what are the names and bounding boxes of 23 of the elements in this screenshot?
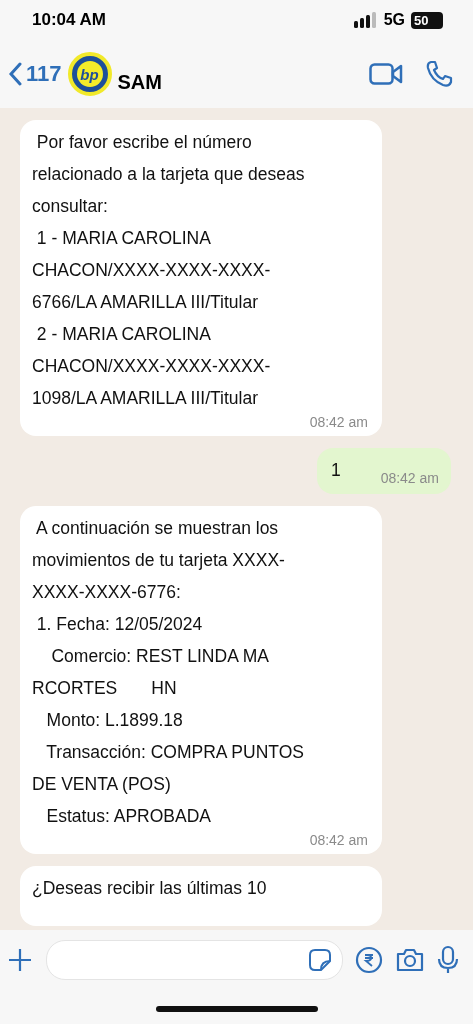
message-time: 08:42 am xyxy=(380,470,439,486)
phone-icon[interactable] xyxy=(425,60,453,88)
sticker-icon[interactable] xyxy=(308,948,332,972)
contact-name[interactable]: SAM xyxy=(117,70,363,94)
back-button[interactable]: 117 xyxy=(8,61,62,87)
message-time: 08:42 am xyxy=(309,832,368,848)
status-time: 10:04 AM xyxy=(32,10,106,30)
signal-icon xyxy=(353,12,378,28)
video-camera-icon[interactable] xyxy=(369,63,403,85)
message-input[interactable] xyxy=(46,940,343,980)
message-time: 08:42 am xyxy=(309,414,368,430)
message-text: ¿Deseas recibir las últimas 10 xyxy=(32,877,268,900)
rupee-payment-icon[interactable] xyxy=(355,946,383,974)
message-text: Por favor escribe el número relacionado a la tarjeta que deseas consultar: 1 - MARIA CAROLINA CHACON/XXXX-XXXX-XXXX- 6766/LA AMARILLA III/Titular 2 - MARIA CAROLINA CHACON/XXXX-XXXX-XXXX- 1098/LA AMARILLA III/Titular xyxy=(32,131,306,410)
plus-icon[interactable] xyxy=(6,946,34,974)
contact-avatar[interactable]: bp xyxy=(67,52,112,96)
camera-icon[interactable] xyxy=(395,947,425,973)
back-chevron-icon[interactable] xyxy=(8,62,22,86)
message-text: 1 xyxy=(330,459,341,482)
message-text: A continuación se muestran los movimientos de tu tarjeta XXXX- XXXX-XXXX-6776: 1. Fecha: 12/05/2024 Comercio: REST LINDA MA RCORTES HN Monto: L.1899.18 Transacción: COMPRA PUNTOS DE VENTA (POS) Estatus: APROBADA xyxy=(32,517,305,828)
microphone-icon[interactable] xyxy=(437,945,459,975)
battery-level: 50 xyxy=(411,11,443,29)
network-label: 5G xyxy=(383,11,405,29)
